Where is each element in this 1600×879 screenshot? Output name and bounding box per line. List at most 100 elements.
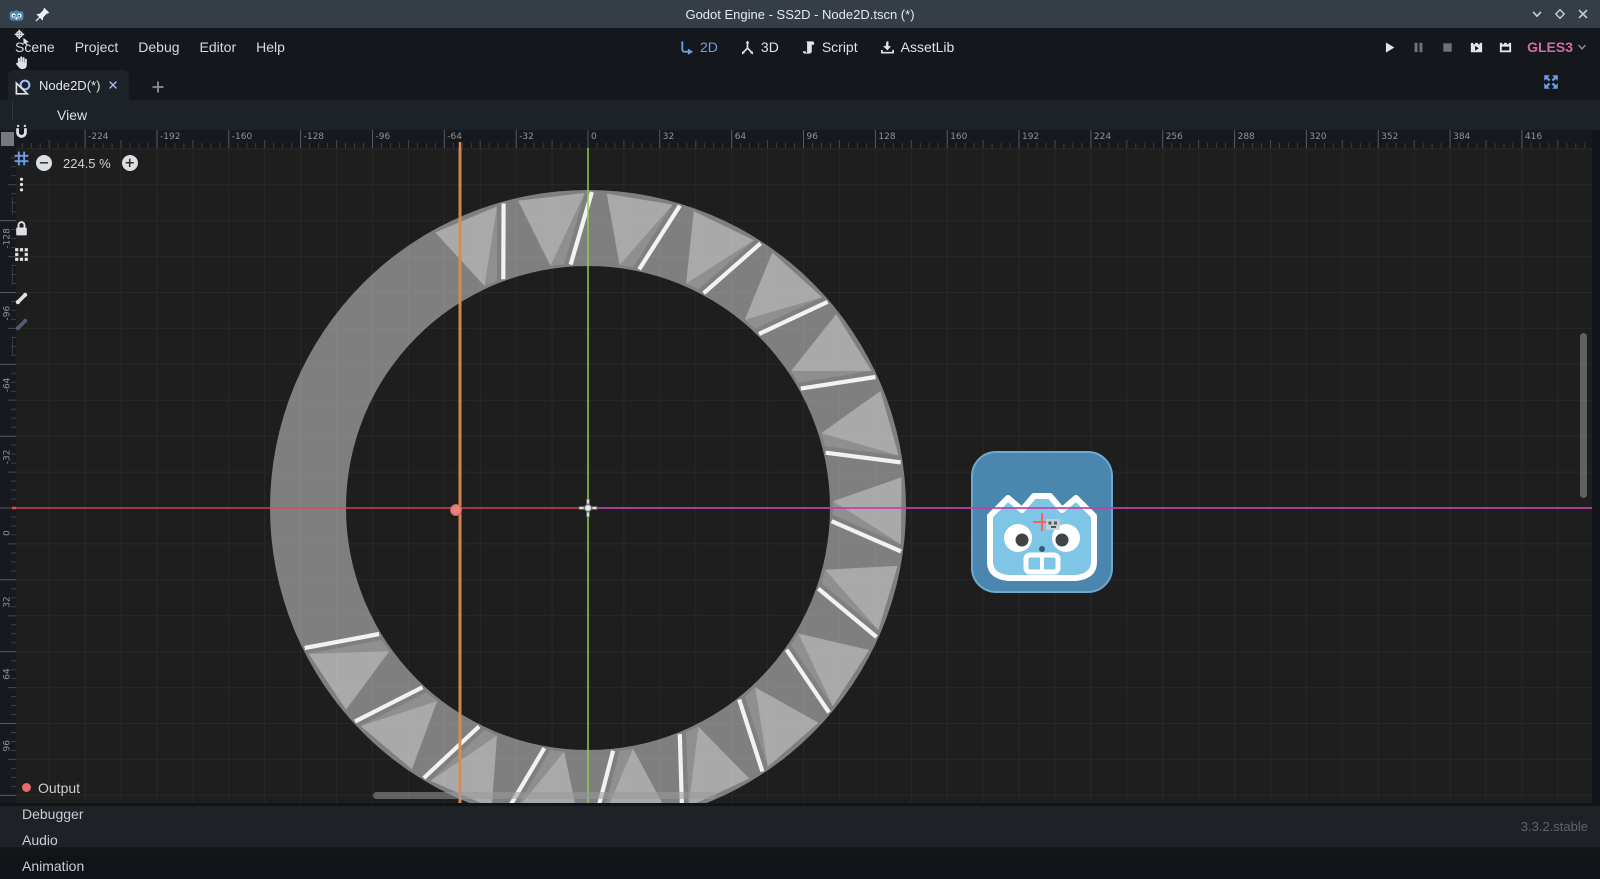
new-scene-tab-button[interactable] bbox=[150, 79, 166, 95]
workspace-assetlib-button[interactable]: AssetLib bbox=[873, 36, 962, 58]
ruler-tool[interactable] bbox=[7, 75, 35, 101]
toolbar-separator bbox=[12, 101, 13, 119]
group-object-button[interactable] bbox=[7, 241, 35, 267]
svg-text:256: 256 bbox=[1166, 132, 1183, 142]
window-minimize-button[interactable] bbox=[1530, 7, 1544, 21]
renderer-label: GLES3 bbox=[1527, 39, 1573, 55]
canvas bbox=[16, 148, 1592, 808]
bone-icon bbox=[13, 316, 30, 333]
group-icon bbox=[13, 246, 30, 263]
play-scene-button[interactable] bbox=[1469, 40, 1484, 55]
view-menu-button[interactable]: View bbox=[48, 104, 96, 126]
version-label: 3.3.2.stable bbox=[1521, 819, 1588, 834]
close-icon bbox=[107, 79, 119, 91]
svg-text:-192: -192 bbox=[160, 132, 180, 142]
zoom-level[interactable]: 224.5 % bbox=[63, 156, 111, 171]
distraction-free-toggle[interactable] bbox=[1542, 73, 1560, 91]
workspace-3d-button[interactable]: 3D bbox=[733, 36, 786, 58]
window-edge bbox=[1592, 130, 1600, 803]
bottom-tab-debugger[interactable]: Debugger bbox=[10, 801, 96, 827]
menu-project[interactable]: Project bbox=[65, 34, 129, 60]
svg-text:-224: -224 bbox=[88, 132, 109, 142]
menu-help[interactable]: Help bbox=[246, 34, 295, 60]
toolbar-separator bbox=[12, 337, 13, 355]
zoom-controls: − 224.5 % + bbox=[36, 155, 138, 171]
bottom-tab-audio[interactable]: Audio bbox=[10, 827, 96, 853]
svg-text:-128: -128 bbox=[304, 132, 325, 142]
svg-text:-160: -160 bbox=[232, 132, 253, 142]
scene-tabbar: Node2D(*) bbox=[0, 66, 1600, 100]
zoom-out-button[interactable]: − bbox=[36, 155, 52, 171]
pause-button[interactable] bbox=[1411, 40, 1426, 55]
plus-icon bbox=[150, 79, 166, 95]
svg-text:-32: -32 bbox=[3, 449, 13, 464]
svg-text:96: 96 bbox=[3, 740, 13, 752]
horizontal-ruler[interactable]: -224-192-160-128-96-64-32032649612816019… bbox=[16, 130, 1600, 148]
h-scrollbar-thumb[interactable] bbox=[373, 792, 716, 799]
godot-logo-icon bbox=[8, 6, 25, 23]
output-indicator-dot bbox=[22, 783, 31, 792]
pause-icon bbox=[1411, 40, 1426, 55]
bottom-tab-label: Output bbox=[38, 780, 80, 796]
lock-icon bbox=[13, 220, 30, 237]
workspace-switcher: 2D 3D Script AssetLib bbox=[672, 28, 961, 66]
svg-text:-96: -96 bbox=[376, 132, 391, 142]
workspace-label: Script bbox=[822, 39, 858, 55]
zoom-in-button[interactable]: + bbox=[122, 155, 138, 171]
play-button[interactable] bbox=[1382, 40, 1397, 55]
svg-text:0: 0 bbox=[591, 132, 597, 142]
workspace-2d-icon bbox=[679, 40, 694, 55]
drag-badge-icon bbox=[1046, 519, 1060, 530]
workspace-label: 2D bbox=[700, 39, 718, 55]
svg-text:64: 64 bbox=[3, 668, 13, 680]
stop-button[interactable] bbox=[1440, 40, 1455, 55]
window-title: Godot Engine - SS2D - Node2D.tscn (*) bbox=[0, 7, 1600, 22]
dots-vertical-icon bbox=[13, 176, 30, 193]
workspace-label: AssetLib bbox=[901, 39, 955, 55]
toolbar-separator bbox=[12, 267, 13, 285]
canvas-toolbar: View bbox=[0, 100, 1600, 130]
window-close-button[interactable] bbox=[1576, 7, 1590, 21]
2d-viewport[interactable]: − 224.5 % + bbox=[16, 148, 1592, 803]
svg-text:416: 416 bbox=[1525, 132, 1542, 142]
workspace-script-button[interactable]: Script bbox=[794, 36, 865, 58]
pan-tool[interactable] bbox=[7, 49, 35, 75]
canvas-svg bbox=[16, 148, 1592, 803]
svg-text:0: 0 bbox=[3, 530, 13, 536]
bone-button[interactable] bbox=[7, 285, 35, 311]
bottom-tab-animation[interactable]: Animation bbox=[10, 853, 96, 879]
play-custom-scene-button[interactable] bbox=[1498, 40, 1513, 55]
svg-text:128: 128 bbox=[878, 132, 895, 142]
bottom-tab-output[interactable]: Output bbox=[10, 775, 96, 801]
point-handle[interactable] bbox=[451, 505, 462, 516]
svg-text:-32: -32 bbox=[519, 132, 534, 142]
svg-text:-64: -64 bbox=[3, 377, 13, 392]
svg-text:384: 384 bbox=[1453, 132, 1470, 142]
bottom-tab-label: Audio bbox=[22, 832, 58, 848]
bottom-tab-label: Debugger bbox=[22, 806, 84, 822]
menu-editor[interactable]: Editor bbox=[190, 34, 247, 60]
expand-icon bbox=[1542, 73, 1560, 91]
pan-icon bbox=[13, 54, 30, 71]
grid-snap-toggle[interactable] bbox=[7, 145, 35, 171]
tab-close-button[interactable] bbox=[107, 79, 119, 91]
menu-debug[interactable]: Debug bbox=[128, 34, 189, 60]
v-scrollbar-thumb[interactable] bbox=[1580, 333, 1587, 498]
smart-snap-toggle[interactable] bbox=[7, 119, 35, 145]
workspace-2d-button[interactable]: 2D bbox=[672, 36, 725, 58]
window-restore-button[interactable] bbox=[1553, 7, 1567, 21]
hruler-ticks: -224-192-160-128-96-64-32032649612816019… bbox=[16, 130, 1600, 148]
workspace-label: 3D bbox=[761, 39, 779, 55]
toolbar-separator bbox=[12, 197, 13, 215]
origin-gizmo bbox=[579, 499, 597, 517]
renderer-select[interactable]: GLES3 bbox=[1527, 39, 1588, 55]
movie-icon bbox=[1498, 40, 1513, 55]
ruler-icon bbox=[13, 80, 30, 97]
scene-tab-label: Node2D(*) bbox=[39, 78, 100, 93]
workspace-assetlib-icon bbox=[880, 40, 895, 55]
lock-object-button[interactable] bbox=[7, 215, 35, 241]
skeleton-options-menu[interactable] bbox=[7, 311, 35, 337]
stop-icon bbox=[1440, 40, 1455, 55]
grid-snap-icon bbox=[13, 150, 30, 167]
snap-options-menu[interactable] bbox=[7, 171, 35, 197]
